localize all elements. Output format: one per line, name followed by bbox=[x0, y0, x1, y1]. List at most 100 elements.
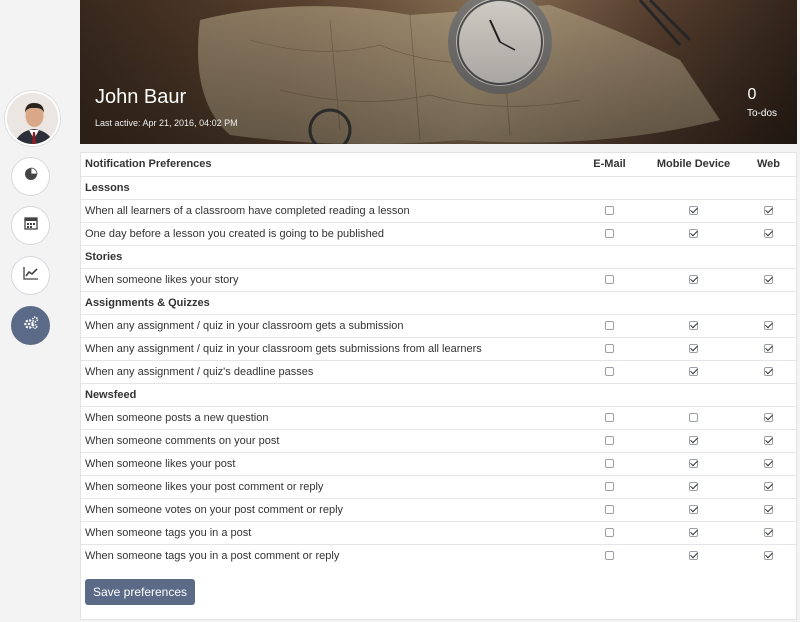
preference-label: When someone tags you in a post comment … bbox=[81, 543, 573, 567]
table-row: One day before a lesson you created is g… bbox=[81, 221, 796, 245]
mobile-checkbox[interactable] bbox=[689, 505, 698, 515]
email-cell bbox=[573, 520, 646, 544]
email-checkbox[interactable] bbox=[605, 367, 614, 377]
email-cell bbox=[573, 313, 646, 337]
web-checkbox[interactable] bbox=[764, 528, 773, 538]
header-email: E-Mail bbox=[593, 158, 626, 171]
mobile-cell bbox=[646, 474, 741, 498]
web-checkbox[interactable] bbox=[764, 321, 773, 331]
settings-button[interactable] bbox=[11, 306, 50, 345]
preference-label: When someone likes your story bbox=[81, 267, 573, 291]
email-checkbox[interactable] bbox=[605, 229, 614, 239]
web-cell bbox=[741, 497, 796, 521]
email-cell bbox=[573, 198, 646, 222]
email-cell bbox=[573, 267, 646, 291]
email-cell bbox=[573, 497, 646, 521]
email-checkbox[interactable] bbox=[605, 551, 614, 561]
mobile-checkbox[interactable] bbox=[689, 482, 698, 492]
preferences-body: Lessons When all learners of a classroom … bbox=[81, 175, 796, 567]
section-row: Assignments & Quizzes bbox=[81, 290, 796, 314]
save-preferences-button[interactable]: Save preferences bbox=[85, 579, 195, 605]
email-checkbox[interactable] bbox=[605, 413, 614, 423]
table-row: When any assignment / quiz in your class… bbox=[81, 336, 796, 360]
web-cell bbox=[741, 543, 796, 567]
mobile-checkbox[interactable] bbox=[689, 413, 698, 423]
todo-label[interactable]: To-dos bbox=[737, 108, 787, 119]
mobile-checkbox[interactable] bbox=[689, 459, 698, 469]
web-checkbox[interactable] bbox=[764, 206, 773, 216]
mobile-cell bbox=[646, 520, 741, 544]
table-row: When someone tags you in a post comment … bbox=[81, 543, 796, 567]
pie-chart-icon bbox=[24, 167, 38, 186]
mobile-checkbox[interactable] bbox=[689, 344, 698, 354]
web-cell bbox=[741, 313, 796, 337]
left-rail bbox=[0, 0, 80, 622]
table-row: When all learners of a classroom have co… bbox=[81, 198, 796, 222]
table-header-row: Notification Preferences E-Mail Mobile D… bbox=[81, 153, 796, 176]
table-row: When someone likes your story bbox=[81, 267, 796, 291]
progress-button[interactable] bbox=[11, 256, 50, 295]
email-checkbox[interactable] bbox=[605, 528, 614, 538]
mobile-checkbox[interactable] bbox=[689, 528, 698, 538]
web-cell bbox=[741, 336, 796, 360]
mobile-checkbox[interactable] bbox=[689, 321, 698, 331]
mobile-cell bbox=[646, 497, 741, 521]
mobile-checkbox[interactable] bbox=[689, 206, 698, 216]
preference-label: When someone posts a new question bbox=[81, 405, 573, 429]
email-checkbox[interactable] bbox=[605, 482, 614, 492]
preference-label: When someone tags you in a post bbox=[81, 520, 573, 544]
email-checkbox[interactable] bbox=[605, 505, 614, 515]
gears-icon bbox=[23, 315, 39, 336]
calendar-icon bbox=[23, 216, 38, 235]
table-row: When any assignment / quiz's deadline pa… bbox=[81, 359, 796, 383]
stats-button[interactable] bbox=[11, 157, 50, 196]
mobile-checkbox[interactable] bbox=[689, 275, 698, 285]
mobile-checkbox[interactable] bbox=[689, 551, 698, 561]
web-checkbox[interactable] bbox=[764, 459, 773, 469]
last-active-text: Last active: Apr 21, 2016, 04:02 PM bbox=[95, 118, 238, 128]
web-checkbox[interactable] bbox=[764, 229, 773, 239]
web-cell bbox=[741, 451, 796, 475]
preference-label: When someone comments on your post bbox=[81, 428, 573, 452]
email-checkbox[interactable] bbox=[605, 321, 614, 331]
mobile-cell bbox=[646, 359, 741, 383]
email-cell bbox=[573, 221, 646, 245]
email-checkbox[interactable] bbox=[605, 436, 614, 446]
web-cell bbox=[741, 267, 796, 291]
preference-label: When any assignment / quiz's deadline pa… bbox=[81, 359, 573, 383]
preference-label: When someone likes your post bbox=[81, 451, 573, 475]
web-checkbox[interactable] bbox=[764, 551, 773, 561]
mobile-cell bbox=[646, 428, 741, 452]
mobile-checkbox[interactable] bbox=[689, 367, 698, 377]
mobile-cell bbox=[646, 198, 741, 222]
avatar[interactable] bbox=[5, 91, 60, 146]
header-web: Web bbox=[756, 158, 781, 171]
web-checkbox[interactable] bbox=[764, 505, 773, 515]
mobile-checkbox[interactable] bbox=[689, 436, 698, 446]
section-title: Assignments & Quizzes bbox=[81, 290, 796, 314]
email-cell bbox=[573, 451, 646, 475]
web-checkbox[interactable] bbox=[764, 275, 773, 285]
mobile-cell bbox=[646, 221, 741, 245]
web-cell bbox=[741, 221, 796, 245]
mobile-cell bbox=[646, 267, 741, 291]
email-cell bbox=[573, 428, 646, 452]
mobile-checkbox[interactable] bbox=[689, 229, 698, 239]
mobile-cell bbox=[646, 313, 741, 337]
web-checkbox[interactable] bbox=[764, 344, 773, 354]
section-row: Newsfeed bbox=[81, 382, 796, 406]
email-checkbox[interactable] bbox=[605, 459, 614, 469]
email-checkbox[interactable] bbox=[605, 344, 614, 354]
email-checkbox[interactable] bbox=[605, 206, 614, 216]
table-row: When someone posts a new question bbox=[81, 405, 796, 429]
email-checkbox[interactable] bbox=[605, 275, 614, 285]
table-row: When any assignment / quiz in your class… bbox=[81, 313, 796, 337]
web-checkbox[interactable] bbox=[764, 367, 773, 377]
todo-count[interactable]: 0 bbox=[737, 86, 767, 104]
web-checkbox[interactable] bbox=[764, 482, 773, 492]
web-checkbox[interactable] bbox=[764, 413, 773, 423]
calendar-button[interactable] bbox=[11, 206, 50, 245]
user-name: John Baur bbox=[95, 86, 187, 108]
web-checkbox[interactable] bbox=[764, 436, 773, 446]
web-cell bbox=[741, 359, 796, 383]
